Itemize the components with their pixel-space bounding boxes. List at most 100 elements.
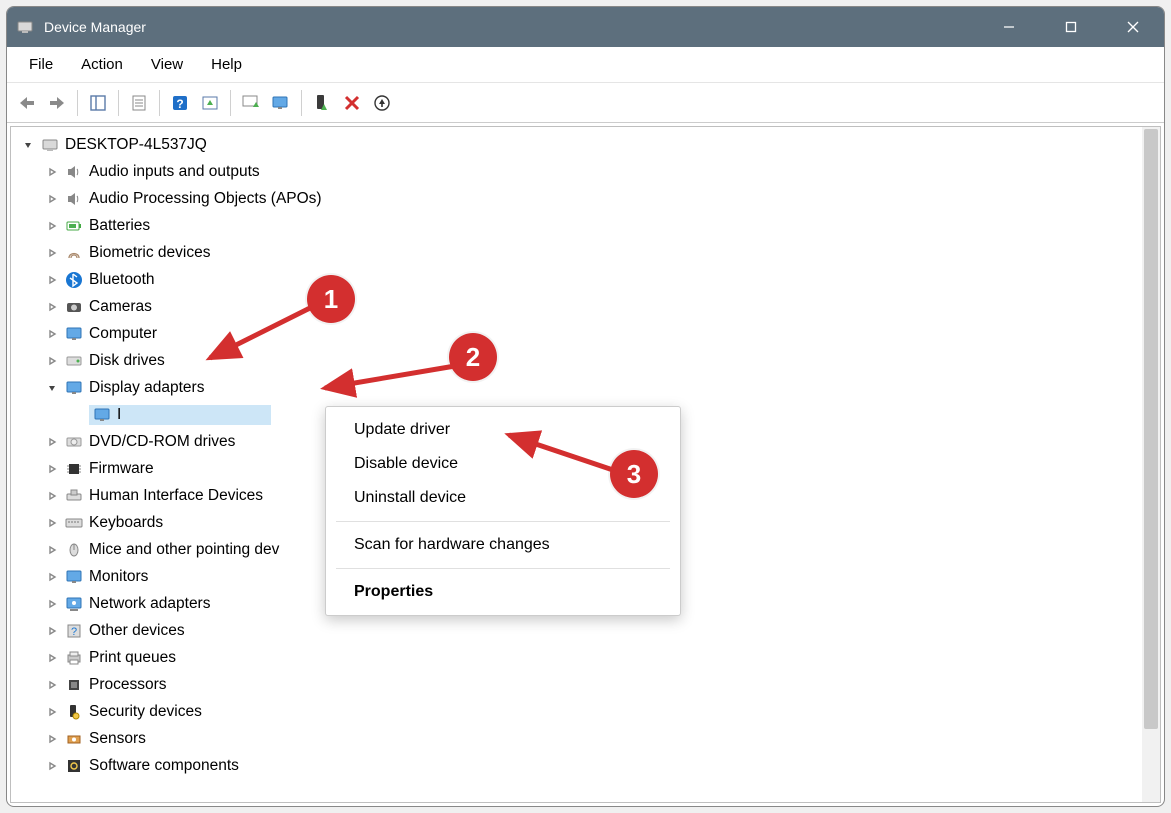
caret-right-icon[interactable]: [45, 327, 59, 341]
toolbar-separator: [230, 90, 231, 116]
caret-right-icon[interactable]: [45, 651, 59, 665]
window-title: Device Manager: [44, 19, 978, 35]
update-driver-button[interactable]: [237, 89, 265, 117]
tree-node-label: Other devices: [89, 622, 185, 640]
tree-node-label: Keyboards: [89, 514, 163, 532]
show-hide-tree-button[interactable]: [84, 89, 112, 117]
scrollbar-thumb[interactable]: [1144, 129, 1158, 729]
monitor-icon: [65, 379, 83, 397]
caret-right-icon[interactable]: [45, 435, 59, 449]
chip-icon: [65, 460, 83, 478]
tree-node[interactable]: Processors: [21, 671, 1142, 698]
close-button[interactable]: [1102, 7, 1164, 47]
tree-node[interactable]: Cameras: [21, 293, 1142, 320]
tree-node[interactable]: Print queues: [21, 644, 1142, 671]
help-button[interactable]: ?: [166, 89, 194, 117]
battery-icon: [65, 217, 83, 235]
tree-node-label: DVD/CD-ROM drives: [89, 433, 235, 451]
tree-node-label: Batteries: [89, 217, 150, 235]
monitor-icon: [65, 568, 83, 586]
tree-node-label: Cameras: [89, 298, 152, 316]
hid-icon: [65, 487, 83, 505]
tree-node[interactable]: Computer: [21, 320, 1142, 347]
keyboard-icon: [65, 514, 83, 532]
back-button[interactable]: [13, 89, 41, 117]
tree-node[interactable]: Audio Processing Objects (APOs): [21, 185, 1142, 212]
tree-node[interactable]: Display adapters: [21, 374, 1142, 401]
tree-node[interactable]: ?Other devices: [21, 617, 1142, 644]
tree-node-label: Audio inputs and outputs: [89, 163, 260, 181]
tree-node-label: Processors: [89, 676, 167, 694]
tree-node-label: Bluetooth: [89, 271, 155, 289]
toolbar: ?: [7, 83, 1164, 123]
caret-right-icon[interactable]: [45, 543, 59, 557]
tree-node[interactable]: Sensors: [21, 725, 1142, 752]
tree-node[interactable]: Bluetooth: [21, 266, 1142, 293]
annotation-badge-2: 2: [449, 333, 497, 381]
action-button[interactable]: [196, 89, 224, 117]
tree-node-label: Monitors: [89, 568, 148, 586]
caret-right-icon[interactable]: [45, 732, 59, 746]
caret-right-icon[interactable]: [45, 219, 59, 233]
bluetooth-icon: [65, 271, 83, 289]
app-icon: [16, 18, 34, 36]
caret-right-icon[interactable]: [45, 489, 59, 503]
vertical-scrollbar[interactable]: [1142, 127, 1160, 802]
scan-hardware-button[interactable]: [267, 89, 295, 117]
tree-node[interactable]: Disk drives: [21, 347, 1142, 374]
caret-right-icon[interactable]: [45, 678, 59, 692]
tree-node[interactable]: DESKTOP-4L537JQ: [21, 131, 1142, 158]
menu-view[interactable]: View: [137, 52, 197, 77]
disable-device-button[interactable]: [338, 89, 366, 117]
caret-right-icon[interactable]: [45, 273, 59, 287]
caret-right-icon[interactable]: [45, 516, 59, 530]
tree-node-label: Disk drives: [89, 352, 165, 370]
caret-right-icon[interactable]: [45, 624, 59, 638]
tree-node[interactable]: Audio inputs and outputs: [21, 158, 1142, 185]
speaker-icon: [65, 163, 83, 181]
tree-node-label: Security devices: [89, 703, 202, 721]
ctx-update-driver[interactable]: Update driver: [326, 413, 680, 447]
caret-right-icon[interactable]: [45, 192, 59, 206]
properties-button[interactable]: [125, 89, 153, 117]
cpu-icon: [65, 676, 83, 694]
speaker-icon: [65, 190, 83, 208]
menu-file[interactable]: File: [15, 52, 67, 77]
monitor-icon: [65, 325, 83, 343]
caret-down-icon[interactable]: [45, 381, 59, 395]
camera-icon: [65, 298, 83, 316]
maximize-button[interactable]: [1040, 7, 1102, 47]
annotation-badge-1: 1: [307, 275, 355, 323]
forward-button[interactable]: [43, 89, 71, 117]
sensor-icon: [65, 730, 83, 748]
caret-right-icon[interactable]: [45, 300, 59, 314]
caret-right-icon[interactable]: [45, 597, 59, 611]
tree-node-label: Audio Processing Objects (APOs): [89, 190, 322, 208]
enable-device-button[interactable]: [308, 89, 336, 117]
caret-right-icon[interactable]: [45, 246, 59, 260]
caret-right-icon[interactable]: [45, 705, 59, 719]
tree-node[interactable]: Software components: [21, 752, 1142, 779]
printer-icon: [65, 649, 83, 667]
security-icon: [65, 703, 83, 721]
caret-down-icon[interactable]: [21, 138, 35, 152]
menu-help[interactable]: Help: [197, 52, 256, 77]
tree-node[interactable]: Batteries: [21, 212, 1142, 239]
minimize-button[interactable]: [978, 7, 1040, 47]
caret-right-icon[interactable]: [45, 354, 59, 368]
caret-right-icon[interactable]: [45, 165, 59, 179]
caret-right-icon[interactable]: [45, 759, 59, 773]
tree-node-label: DESKTOP-4L537JQ: [65, 136, 207, 154]
fingerprint-icon: [65, 244, 83, 262]
context-menu: Update driver Disable device Uninstall d…: [325, 406, 681, 616]
tree-node[interactable]: Security devices: [21, 698, 1142, 725]
menu-action[interactable]: Action: [67, 52, 137, 77]
caret-right-icon[interactable]: [45, 570, 59, 584]
ctx-properties[interactable]: Properties: [326, 575, 680, 609]
uninstall-device-button[interactable]: [368, 89, 396, 117]
tree-node[interactable]: Biometric devices: [21, 239, 1142, 266]
caret-right-icon[interactable]: [45, 462, 59, 476]
ctx-scan-hardware[interactable]: Scan for hardware changes: [326, 528, 680, 562]
toolbar-separator: [77, 90, 78, 116]
caret-spacer: [69, 408, 83, 422]
